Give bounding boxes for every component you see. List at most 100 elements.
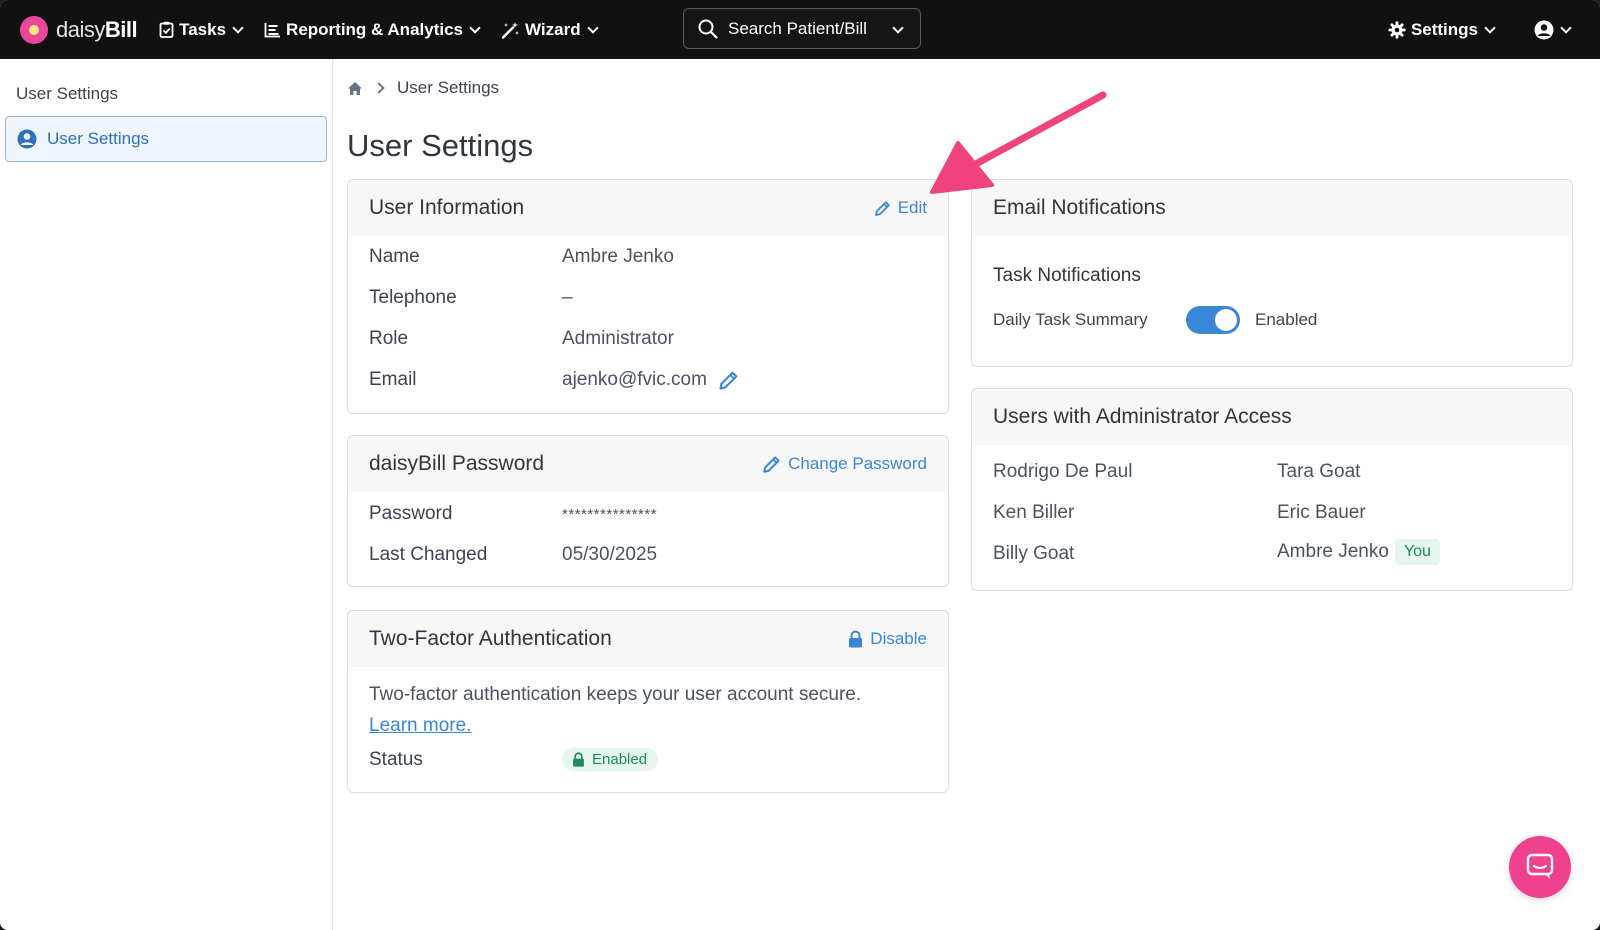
nav-settings-label: Settings <box>1410 19 1478 39</box>
password-masked-value: *************** <box>562 505 658 523</box>
admin-user: Rodrigo De Paul <box>993 461 1133 482</box>
status-key: Status <box>369 748 423 770</box>
nav-wizard[interactable]: Wizard <box>501 19 599 40</box>
disable-2fa-button[interactable]: Disable <box>848 629 927 649</box>
info-key: Name <box>369 246 420 267</box>
magic-wand-icon <box>501 21 519 39</box>
description-text: Two-factor authentication keeps your use… <box>369 684 862 705</box>
info-value: – <box>562 287 573 308</box>
status-value: Enabled <box>592 751 648 768</box>
sidebar: User Settings User Settings <box>0 59 333 930</box>
password-card: daisyBill Password Change Password Passw… <box>347 435 949 587</box>
admin-user: Eric Bauer <box>1277 502 1366 523</box>
home-icon[interactable] <box>347 81 363 96</box>
edit-email-pencil-icon[interactable] <box>718 370 739 391</box>
daisybill-logo[interactable]: daisyBill <box>20 15 138 44</box>
chevron-down-icon <box>1560 21 1572 34</box>
gear-icon <box>1388 21 1406 38</box>
daily-task-summary-row: Daily Task Summary Enabled <box>993 306 1317 334</box>
disable-label: Disable <box>870 629 927 648</box>
nav-tasks[interactable]: Tasks <box>159 19 244 40</box>
status-badge: Enabled <box>562 748 659 771</box>
info-key: Email <box>369 369 417 390</box>
info-key: Telephone <box>369 287 457 308</box>
info-value: Ambre Jenko <box>562 246 674 267</box>
search-icon <box>698 19 718 39</box>
change-password-button[interactable]: Change Password <box>762 454 927 474</box>
chevron-down-icon <box>586 21 599 34</box>
nav-reporting-label: Reporting & Analytics <box>286 19 463 39</box>
you-badge: You <box>1394 539 1440 565</box>
admin-user-current: Ambre Jenko You <box>1277 539 1440 565</box>
card-title: Two-Factor Authentication <box>369 627 612 650</box>
pencil-icon <box>763 455 780 473</box>
learn-more-link[interactable]: Learn more. <box>369 715 471 736</box>
daily-task-summary-toggle[interactable] <box>1186 306 1240 334</box>
nav-reporting-analytics[interactable]: Reporting & Analytics <box>264 19 481 40</box>
chevron-down-icon <box>232 21 244 34</box>
page-title: User Settings <box>347 128 534 163</box>
user-circle-icon <box>17 129 37 149</box>
last-changed-row: Last Changed 05/30/2025 <box>369 544 657 566</box>
user-information-card: User Information Edit Name Ambre Jenko T… <box>347 179 949 414</box>
change-password-label: Change Password <box>788 454 927 473</box>
card-title: Users with Administrator Access <box>993 405 1292 428</box>
last-changed-value: 05/30/2025 <box>562 544 658 565</box>
chevron-down-icon <box>1484 21 1496 34</box>
card-header: User Information Edit <box>348 180 948 236</box>
task-notifications-heading: Task Notifications <box>993 265 1141 286</box>
admin-user: Ken Biller <box>993 502 1075 523</box>
breadcrumb-current: User Settings <box>397 78 500 97</box>
info-row-email: Email ajenko@fvic.com <box>369 369 739 391</box>
sidebar-title: User Settings <box>16 84 119 103</box>
password-key: Password <box>369 503 453 524</box>
chart-list-icon <box>264 22 281 37</box>
breadcrumb: User Settings <box>347 78 499 98</box>
admin-user: Tara Goat <box>1277 461 1361 482</box>
annotation-arrow-icon <box>930 91 1107 194</box>
card-title: daisyBill Password <box>369 452 545 475</box>
sidebar-item-user-settings[interactable]: User Settings <box>5 116 327 162</box>
search-label: Search Patient/Bill <box>728 18 867 38</box>
top-navigation-bar: daisyBill Tasks Reporting & Analytics Wi… <box>0 0 1600 59</box>
user-circle-icon <box>1534 20 1554 39</box>
info-row-role: Role Administrator <box>369 328 674 350</box>
app-window: daisyBill Tasks Reporting & Analytics Wi… <box>0 0 1600 930</box>
logo-wordmark: daisyBill <box>56 16 138 42</box>
card-title: User Information <box>369 196 525 219</box>
info-value-email: ajenko@fvic.com <box>562 369 739 391</box>
edit-user-info-button[interactable]: Edit <box>874 198 927 218</box>
info-row-name: Name Ambre Jenko <box>369 246 674 268</box>
clipboard-check-icon <box>159 21 174 38</box>
sidebar-item-label: User Settings <box>47 129 150 148</box>
daisy-flower-icon <box>20 15 48 44</box>
account-menu[interactable] <box>1534 20 1572 40</box>
card-header: Two-Factor Authentication Disable <box>348 611 948 667</box>
chat-bubble-icon <box>1526 853 1554 879</box>
admin-user-name: Ambre Jenko <box>1277 541 1389 562</box>
two-factor-description: Two-factor authentication keeps your use… <box>369 679 929 741</box>
search-patient-bill-button[interactable]: Search Patient/Bill <box>683 8 921 49</box>
admin-user: Billy Goat <box>993 543 1075 564</box>
chevron-down-icon <box>469 21 481 34</box>
last-changed-key: Last Changed <box>369 544 488 565</box>
chevron-down-icon <box>892 22 904 34</box>
toggle-state-label: Enabled <box>1255 310 1318 329</box>
card-header: Users with Administrator Access <box>972 389 1572 445</box>
lock-icon <box>849 630 863 648</box>
nav-tasks-label: Tasks <box>179 19 227 39</box>
status-row: Status Enabled <box>369 748 659 771</box>
nav-settings[interactable]: Settings <box>1388 19 1496 40</box>
chat-launcher-button[interactable] <box>1509 836 1571 898</box>
nav-right-group: Settings <box>1366 0 1600 59</box>
info-row-telephone: Telephone – <box>369 287 573 309</box>
password-row: Password *************** <box>369 503 657 525</box>
email-value: ajenko@fvic.com <box>562 369 707 390</box>
info-value: Administrator <box>562 328 674 349</box>
card-header: daisyBill Password Change Password <box>348 436 948 492</box>
nav-wizard-label: Wizard <box>525 19 581 39</box>
two-factor-card: Two-Factor Authentication Disable Two-fa… <box>347 610 949 793</box>
daily-task-summary-label: Daily Task Summary <box>993 310 1148 329</box>
chevron-right-icon <box>373 82 385 94</box>
pencil-icon <box>874 200 890 216</box>
